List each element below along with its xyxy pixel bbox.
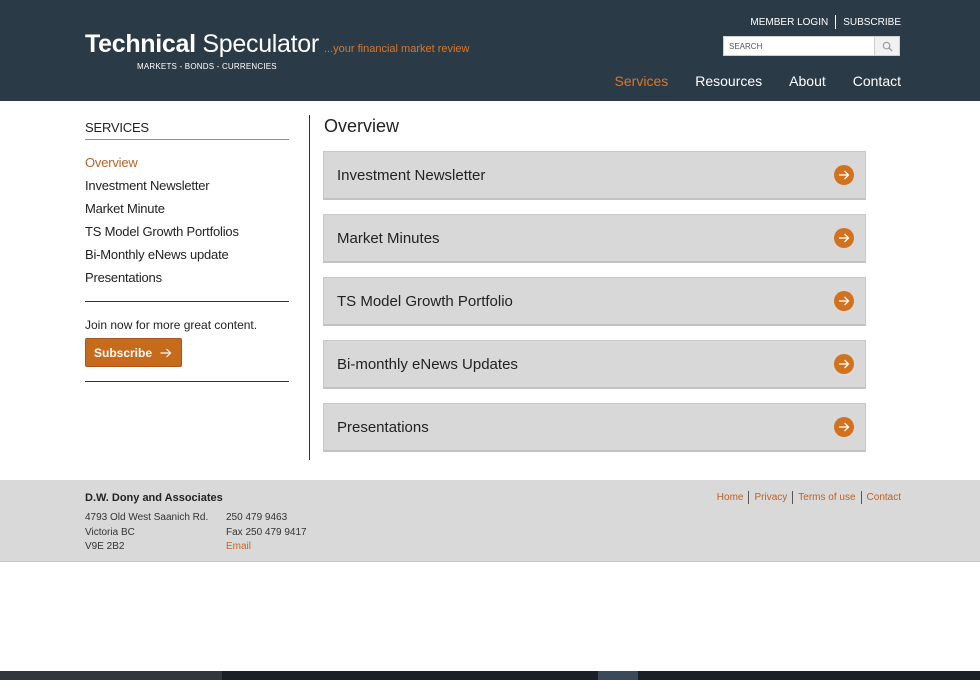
- search-button[interactable]: [875, 36, 900, 56]
- card-label: Market Minutes: [337, 229, 440, 247]
- card-label: Presentations: [337, 418, 429, 436]
- sidebar-item-investment-newsletter[interactable]: Investment Newsletter: [85, 178, 289, 201]
- site-logo[interactable]: Technical Speculator: [85, 30, 319, 59]
- card-label: Bi-monthly eNews Updates: [337, 355, 518, 373]
- arrow-right-icon: [160, 348, 172, 357]
- footer-link-home[interactable]: Home: [712, 492, 749, 503]
- sidebar-divider-bottom: [85, 381, 289, 382]
- join-text: Join now for more great content.: [85, 318, 258, 332]
- sidebar-item-overview[interactable]: Overview: [85, 155, 289, 178]
- search-box: [723, 36, 900, 56]
- subscribe-button[interactable]: Subscribe: [85, 338, 182, 367]
- main-nav: Services Resources About Contact: [588, 73, 901, 89]
- sidebar-item-bi-monthly-enews[interactable]: Bi-Monthly eNews update: [85, 247, 289, 270]
- card-label: Investment Newsletter: [337, 166, 486, 184]
- sidebar-heading: SERVICES: [85, 120, 289, 140]
- address-line: Victoria BC: [85, 526, 135, 538]
- address-line: 4793 Old West Saanich Rd.: [85, 512, 209, 523]
- logo-thin-text: Speculator: [195, 30, 319, 58]
- company-name: D.W. Dony and Associates: [85, 492, 223, 504]
- company-contact: 250 479 9463 Fax 250 479 9417 Email: [226, 511, 307, 555]
- nav-services[interactable]: Services: [615, 73, 669, 89]
- footer-links: Home Privacy Terms of use Contact: [712, 491, 901, 504]
- page-title: Overview: [324, 116, 400, 136]
- sidebar-menu: Overview Investment Newsletter Market Mi…: [85, 155, 289, 293]
- nav-about[interactable]: About: [789, 73, 826, 89]
- sidebar-divider: [85, 301, 289, 302]
- footer-link-privacy[interactable]: Privacy: [749, 492, 792, 503]
- site-tagline: ...your financial market review: [324, 43, 470, 55]
- member-login-link[interactable]: MEMBER LOGIN: [743, 17, 835, 28]
- card-bi-monthly-enews[interactable]: Bi-monthly eNews Updates: [323, 340, 866, 389]
- card-market-minutes[interactable]: Market Minutes: [323, 214, 866, 263]
- fax-number: Fax 250 479 9417: [226, 526, 307, 538]
- taskbar-active-app[interactable]: [598, 671, 638, 680]
- site-subtagline: MARKETS - BONDS - CURRENCIES: [137, 62, 277, 71]
- address-line: V9E 2B2: [85, 541, 125, 552]
- services-sidebar: SERVICES Overview Investment Newsletter …: [85, 120, 289, 382]
- search-input[interactable]: [723, 36, 875, 56]
- card-presentations[interactable]: Presentations: [323, 403, 866, 452]
- subscribe-link[interactable]: SUBSCRIBE: [836, 17, 901, 28]
- taskbar-search-area[interactable]: [0, 671, 222, 680]
- site-footer: D.W. Dony and Associates 4793 Old West S…: [0, 480, 980, 562]
- arrow-circle-icon: [834, 354, 854, 374]
- column-divider: [309, 115, 310, 460]
- sidebar-item-market-minute[interactable]: Market Minute: [85, 201, 289, 224]
- footer-link-contact[interactable]: Contact: [862, 492, 901, 503]
- sidebar-item-presentations[interactable]: Presentations: [85, 270, 289, 293]
- arrow-circle-icon: [834, 417, 854, 437]
- nav-resources[interactable]: Resources: [695, 73, 762, 89]
- service-cards: Investment Newsletter Market Minutes TS …: [323, 151, 866, 466]
- card-label: TS Model Growth Portfolio: [337, 292, 513, 310]
- site-header: Technical Speculator ...your financial m…: [0, 0, 980, 101]
- arrow-circle-icon: [834, 165, 854, 185]
- card-ts-model-growth-portfolio[interactable]: TS Model Growth Portfolio: [323, 277, 866, 326]
- company-address: 4793 Old West Saanich Rd. Victoria BC V9…: [85, 511, 208, 555]
- card-investment-newsletter[interactable]: Investment Newsletter: [323, 151, 866, 200]
- subscribe-button-label: Subscribe: [94, 345, 153, 360]
- arrow-circle-icon: [834, 228, 854, 248]
- os-taskbar: [0, 671, 980, 680]
- email-link[interactable]: Email: [226, 540, 307, 555]
- top-links: MEMBER LOGIN SUBSCRIBE: [743, 15, 901, 29]
- arrow-circle-icon: [834, 291, 854, 311]
- footer-link-terms[interactable]: Terms of use: [793, 492, 860, 503]
- search-icon: [882, 41, 893, 52]
- sidebar-item-ts-model-growth-portfolios[interactable]: TS Model Growth Portfolios: [85, 224, 289, 247]
- phone-number: 250 479 9463: [226, 512, 288, 523]
- nav-contact[interactable]: Contact: [853, 73, 901, 89]
- logo-bold-text: Technical: [85, 30, 196, 58]
